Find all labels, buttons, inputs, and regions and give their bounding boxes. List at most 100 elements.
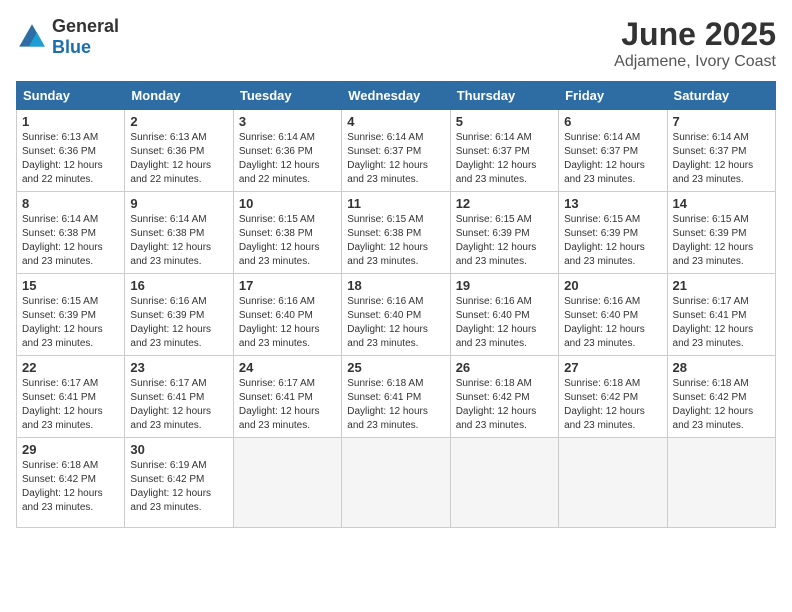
day-info: Sunrise: 6:18 AM Sunset: 6:42 PM Dayligh… xyxy=(673,377,770,433)
table-row: 13 Sunrise: 6:15 AM Sunset: 6:39 PM Dayl… xyxy=(559,192,667,274)
day-info: Sunrise: 6:14 AM Sunset: 6:38 PM Dayligh… xyxy=(130,213,227,269)
day-header-sunday: Sunday xyxy=(17,82,125,110)
logo: General Blue xyxy=(16,16,119,58)
day-number: 20 xyxy=(564,278,661,293)
day-number: 10 xyxy=(239,196,336,211)
logo-icon xyxy=(16,21,48,53)
day-number: 12 xyxy=(456,196,553,211)
table-row: 16 Sunrise: 6:16 AM Sunset: 6:39 PM Dayl… xyxy=(125,274,233,356)
day-number: 11 xyxy=(347,196,444,211)
table-row: 9 Sunrise: 6:14 AM Sunset: 6:38 PM Dayli… xyxy=(125,192,233,274)
table-row: 30 Sunrise: 6:19 AM Sunset: 6:42 PM Dayl… xyxy=(125,438,233,528)
table-row: 2 Sunrise: 6:13 AM Sunset: 6:36 PM Dayli… xyxy=(125,110,233,192)
table-row: 1 Sunrise: 6:13 AM Sunset: 6:36 PM Dayli… xyxy=(17,110,125,192)
day-info: Sunrise: 6:16 AM Sunset: 6:39 PM Dayligh… xyxy=(130,295,227,351)
table-row xyxy=(233,438,341,528)
day-header-monday: Monday xyxy=(125,82,233,110)
table-row: 3 Sunrise: 6:14 AM Sunset: 6:36 PM Dayli… xyxy=(233,110,341,192)
day-info: Sunrise: 6:16 AM Sunset: 6:40 PM Dayligh… xyxy=(456,295,553,351)
table-row xyxy=(667,438,775,528)
table-row: 5 Sunrise: 6:14 AM Sunset: 6:37 PM Dayli… xyxy=(450,110,558,192)
table-row: 18 Sunrise: 6:16 AM Sunset: 6:40 PM Dayl… xyxy=(342,274,450,356)
day-number: 27 xyxy=(564,360,661,375)
table-row: 15 Sunrise: 6:15 AM Sunset: 6:39 PM Dayl… xyxy=(17,274,125,356)
day-number: 13 xyxy=(564,196,661,211)
day-info: Sunrise: 6:15 AM Sunset: 6:38 PM Dayligh… xyxy=(347,213,444,269)
day-info: Sunrise: 6:17 AM Sunset: 6:41 PM Dayligh… xyxy=(130,377,227,433)
day-info: Sunrise: 6:15 AM Sunset: 6:39 PM Dayligh… xyxy=(673,213,770,269)
day-info: Sunrise: 6:15 AM Sunset: 6:39 PM Dayligh… xyxy=(564,213,661,269)
day-info: Sunrise: 6:18 AM Sunset: 6:42 PM Dayligh… xyxy=(456,377,553,433)
day-number: 23 xyxy=(130,360,227,375)
table-row: 29 Sunrise: 6:18 AM Sunset: 6:42 PM Dayl… xyxy=(17,438,125,528)
day-info: Sunrise: 6:16 AM Sunset: 6:40 PM Dayligh… xyxy=(239,295,336,351)
table-row: 21 Sunrise: 6:17 AM Sunset: 6:41 PM Dayl… xyxy=(667,274,775,356)
day-info: Sunrise: 6:15 AM Sunset: 6:39 PM Dayligh… xyxy=(456,213,553,269)
table-row xyxy=(342,438,450,528)
table-row: 11 Sunrise: 6:15 AM Sunset: 6:38 PM Dayl… xyxy=(342,192,450,274)
day-info: Sunrise: 6:13 AM Sunset: 6:36 PM Dayligh… xyxy=(130,131,227,187)
day-header-wednesday: Wednesday xyxy=(342,82,450,110)
day-info: Sunrise: 6:14 AM Sunset: 6:37 PM Dayligh… xyxy=(347,131,444,187)
day-info: Sunrise: 6:16 AM Sunset: 6:40 PM Dayligh… xyxy=(564,295,661,351)
day-info: Sunrise: 6:18 AM Sunset: 6:42 PM Dayligh… xyxy=(564,377,661,433)
day-header-tuesday: Tuesday xyxy=(233,82,341,110)
table-row: 6 Sunrise: 6:14 AM Sunset: 6:37 PM Dayli… xyxy=(559,110,667,192)
day-number: 22 xyxy=(22,360,119,375)
table-row: 20 Sunrise: 6:16 AM Sunset: 6:40 PM Dayl… xyxy=(559,274,667,356)
day-number: 29 xyxy=(22,442,119,457)
table-row: 28 Sunrise: 6:18 AM Sunset: 6:42 PM Dayl… xyxy=(667,356,775,438)
day-number: 3 xyxy=(239,114,336,129)
day-number: 16 xyxy=(130,278,227,293)
day-info: Sunrise: 6:14 AM Sunset: 6:37 PM Dayligh… xyxy=(456,131,553,187)
day-header-friday: Friday xyxy=(559,82,667,110)
day-number: 24 xyxy=(239,360,336,375)
day-number: 6 xyxy=(564,114,661,129)
day-number: 28 xyxy=(673,360,770,375)
table-row: 27 Sunrise: 6:18 AM Sunset: 6:42 PM Dayl… xyxy=(559,356,667,438)
day-info: Sunrise: 6:17 AM Sunset: 6:41 PM Dayligh… xyxy=(239,377,336,433)
table-row: 22 Sunrise: 6:17 AM Sunset: 6:41 PM Dayl… xyxy=(17,356,125,438)
day-info: Sunrise: 6:17 AM Sunset: 6:41 PM Dayligh… xyxy=(673,295,770,351)
day-number: 9 xyxy=(130,196,227,211)
table-row: 8 Sunrise: 6:14 AM Sunset: 6:38 PM Dayli… xyxy=(17,192,125,274)
day-number: 7 xyxy=(673,114,770,129)
day-number: 21 xyxy=(673,278,770,293)
calendar-table: SundayMondayTuesdayWednesdayThursdayFrid… xyxy=(16,81,776,528)
day-number: 15 xyxy=(22,278,119,293)
day-info: Sunrise: 6:15 AM Sunset: 6:38 PM Dayligh… xyxy=(239,213,336,269)
day-header-thursday: Thursday xyxy=(450,82,558,110)
table-row: 4 Sunrise: 6:14 AM Sunset: 6:37 PM Dayli… xyxy=(342,110,450,192)
table-row: 23 Sunrise: 6:17 AM Sunset: 6:41 PM Dayl… xyxy=(125,356,233,438)
location-title: Adjamene, Ivory Coast xyxy=(614,53,776,71)
title-area: June 2025 Adjamene, Ivory Coast xyxy=(614,16,776,71)
logo-text-general: General xyxy=(52,16,119,36)
page-header: General Blue June 2025 Adjamene, Ivory C… xyxy=(16,16,776,71)
table-row: 25 Sunrise: 6:18 AM Sunset: 6:41 PM Dayl… xyxy=(342,356,450,438)
table-row: 19 Sunrise: 6:16 AM Sunset: 6:40 PM Dayl… xyxy=(450,274,558,356)
day-number: 1 xyxy=(22,114,119,129)
day-info: Sunrise: 6:19 AM Sunset: 6:42 PM Dayligh… xyxy=(130,459,227,515)
day-number: 30 xyxy=(130,442,227,457)
day-info: Sunrise: 6:15 AM Sunset: 6:39 PM Dayligh… xyxy=(22,295,119,351)
table-row: 26 Sunrise: 6:18 AM Sunset: 6:42 PM Dayl… xyxy=(450,356,558,438)
day-header-saturday: Saturday xyxy=(667,82,775,110)
day-number: 19 xyxy=(456,278,553,293)
day-number: 2 xyxy=(130,114,227,129)
day-info: Sunrise: 6:18 AM Sunset: 6:41 PM Dayligh… xyxy=(347,377,444,433)
day-info: Sunrise: 6:14 AM Sunset: 6:37 PM Dayligh… xyxy=(564,131,661,187)
day-number: 8 xyxy=(22,196,119,211)
table-row xyxy=(559,438,667,528)
day-number: 17 xyxy=(239,278,336,293)
day-info: Sunrise: 6:17 AM Sunset: 6:41 PM Dayligh… xyxy=(22,377,119,433)
table-row: 24 Sunrise: 6:17 AM Sunset: 6:41 PM Dayl… xyxy=(233,356,341,438)
table-row: 17 Sunrise: 6:16 AM Sunset: 6:40 PM Dayl… xyxy=(233,274,341,356)
table-row: 10 Sunrise: 6:15 AM Sunset: 6:38 PM Dayl… xyxy=(233,192,341,274)
day-info: Sunrise: 6:14 AM Sunset: 6:36 PM Dayligh… xyxy=(239,131,336,187)
day-info: Sunrise: 6:14 AM Sunset: 6:37 PM Dayligh… xyxy=(673,131,770,187)
day-number: 14 xyxy=(673,196,770,211)
table-row: 14 Sunrise: 6:15 AM Sunset: 6:39 PM Dayl… xyxy=(667,192,775,274)
month-title: June 2025 xyxy=(614,16,776,53)
day-number: 5 xyxy=(456,114,553,129)
day-number: 25 xyxy=(347,360,444,375)
